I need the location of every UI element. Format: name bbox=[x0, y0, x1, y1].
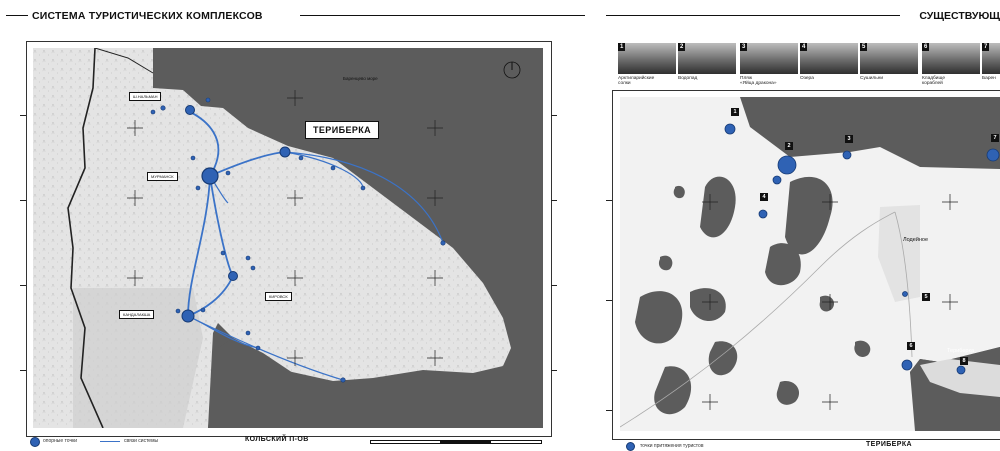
photo-1-caption: Арктиларийские солки bbox=[618, 76, 655, 87]
header-rule bbox=[6, 15, 28, 16]
photo-7[interactable]: 7 bbox=[982, 43, 1000, 74]
photo-2[interactable]: 2 bbox=[678, 43, 736, 74]
point-7-label: 7 bbox=[991, 134, 999, 142]
kandalaksha-node bbox=[181, 309, 195, 323]
sea-label: Баренцево море bbox=[343, 76, 378, 81]
frame-tick bbox=[551, 200, 557, 201]
legend-points-label: опорные точки bbox=[43, 438, 78, 444]
frame-tick bbox=[551, 370, 557, 371]
left-map-title: КОЛЬСКИЙ П-ОВ bbox=[245, 436, 309, 443]
place-label-murmansk: МУРМАНСК bbox=[147, 172, 178, 181]
teriberka-map-graphic bbox=[620, 97, 1000, 431]
kola-peninsula-map[interactable]: Баренцево море Ш.НАЛЬМАН ТЕРИБЕРКА МУРМА… bbox=[33, 48, 543, 428]
point-5-label: 5 bbox=[922, 293, 930, 301]
frame-tick bbox=[606, 410, 612, 411]
point-6-label: 6 bbox=[907, 342, 915, 350]
frame-tick bbox=[551, 285, 557, 286]
place-label-kandalaksha: КАНДАЛАКША bbox=[119, 310, 155, 319]
severomorsk-node bbox=[185, 105, 195, 115]
point-8-label: 8 bbox=[960, 357, 968, 365]
header-rule bbox=[300, 15, 585, 16]
forest-region bbox=[73, 288, 203, 428]
photo-6[interactable]: 6 bbox=[922, 43, 980, 74]
legend-point-icon bbox=[30, 437, 40, 447]
photo-5-caption: Сушильни bbox=[860, 76, 884, 81]
teriberka-node bbox=[279, 146, 291, 158]
frame-tick bbox=[606, 300, 612, 301]
place-label-lodeynoe: Лодейное bbox=[903, 237, 929, 243]
legend-link-icon bbox=[100, 441, 120, 442]
photo-6-caption: Кладбище кораблей bbox=[922, 76, 946, 87]
left-header: СИСТЕМА ТУРИСТИЧЕСКИХ КОМПЛЕКСОВ bbox=[0, 0, 585, 24]
scale-bar bbox=[370, 440, 442, 444]
photo-5[interactable]: 5 bbox=[860, 43, 918, 74]
photo-1[interactable]: 1 bbox=[618, 43, 676, 74]
scale-bar-segment bbox=[440, 440, 492, 444]
place-label-teriberka[interactable]: ТЕРИБЕРКА bbox=[305, 121, 380, 139]
frame-tick bbox=[20, 370, 26, 371]
place-label-shalmani: Ш.НАЛЬМАН bbox=[129, 92, 162, 101]
place-label-kirovsk: КИРОВСК bbox=[265, 292, 292, 301]
right-map-title: ТЕРИБЕРКА bbox=[866, 441, 912, 448]
legend-attraction-label: точки притяжения туристов bbox=[640, 443, 704, 449]
photo-7-caption: Барен bbox=[982, 76, 996, 81]
scale-bar-segment bbox=[490, 440, 542, 444]
photo-4-caption: Озера bbox=[800, 76, 814, 81]
teriberka-map[interactable]: 1 2 3 4 5 6 7 8 Лодейное Териберка bbox=[620, 97, 1000, 431]
kola-map-graphic bbox=[33, 48, 543, 428]
legend-attraction-icon bbox=[626, 442, 635, 451]
photo-3[interactable]: 3 bbox=[740, 43, 798, 74]
point-1-label: 1 bbox=[731, 108, 739, 116]
photo-3-caption: Пляж «Яйца дракона» bbox=[740, 76, 777, 87]
point-2-label: 2 bbox=[785, 142, 793, 150]
header-rule bbox=[606, 15, 900, 16]
frame-tick bbox=[20, 285, 26, 286]
legend-links-label: связи системы bbox=[124, 438, 159, 444]
left-panel-title: СИСТЕМА ТУРИСТИЧЕСКИХ КОМПЛЕКСОВ bbox=[32, 10, 263, 22]
place-label-teriberka: Териберка bbox=[947, 348, 975, 354]
frame-tick bbox=[551, 115, 557, 116]
point-3-label: 3 bbox=[845, 135, 853, 143]
point-4-label: 4 bbox=[760, 193, 768, 201]
photo-2-caption: Водопад bbox=[678, 76, 698, 81]
frame-tick bbox=[20, 200, 26, 201]
frame-tick bbox=[20, 115, 26, 116]
kirovsk-node bbox=[228, 271, 238, 281]
photo-4[interactable]: 4 bbox=[800, 43, 858, 74]
murmansk-node bbox=[201, 167, 219, 185]
right-panel-title: СУЩЕСТВУЮЩ bbox=[919, 10, 1000, 22]
frame-tick bbox=[606, 200, 612, 201]
right-header: СУЩЕСТВУЮЩ bbox=[600, 0, 1000, 24]
